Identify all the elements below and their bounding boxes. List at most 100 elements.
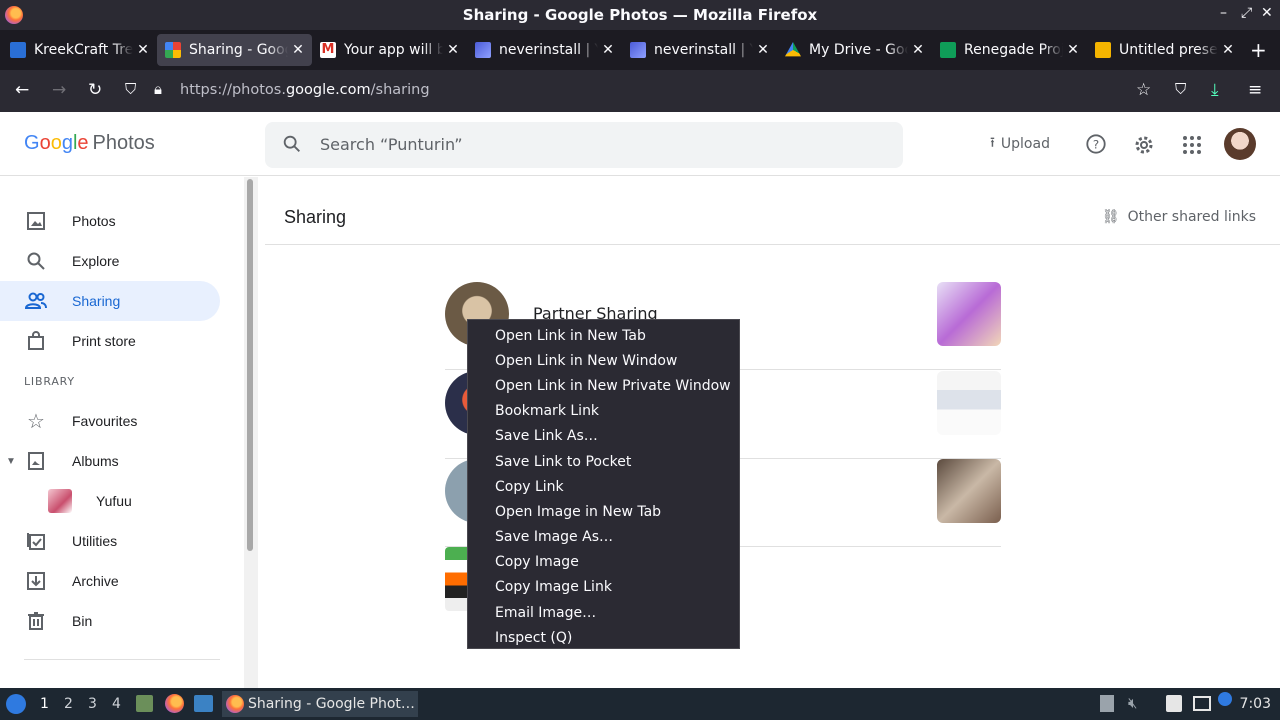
context-menu: Open Link in New Tab Open Link in New Wi… <box>467 319 740 649</box>
sidebar-item-sharing[interactable]: Sharing <box>0 281 220 321</box>
sidebar-item-label: Sharing <box>72 293 121 309</box>
sidebar-item-utilities[interactable]: Utilities <box>0 521 220 561</box>
scrollbar-thumb[interactable] <box>247 179 253 551</box>
desktop-icon[interactable] <box>194 695 213 712</box>
taskbar-window-label: Sharing - Google Phot… <box>248 696 415 712</box>
workspace-button[interactable]: 1 <box>40 696 49 712</box>
browser-tab[interactable]: neverinstall | Y ✕ <box>467 34 622 66</box>
downloads-icon[interactable]: ⤓ <box>1211 80 1219 100</box>
account-avatar[interactable] <box>1224 128 1256 160</box>
clipboard-icon[interactable] <box>1100 695 1114 712</box>
tab-close-icon[interactable]: ✕ <box>908 42 928 58</box>
sidebar-item-bin[interactable]: Bin <box>0 601 220 641</box>
sidebar-item-label: Explore <box>72 253 120 269</box>
tab-favicon-icon <box>165 42 181 58</box>
volume-muted-icon[interactable]: 🔇︎ <box>1128 694 1137 712</box>
firefox-icon <box>226 695 244 713</box>
menu-item-inspect[interactable]: Inspect (Q) <box>468 625 739 650</box>
url-bar[interactable]: https://photos.google.com/sharing <box>180 82 430 98</box>
svg-text:?: ? <box>1093 138 1099 152</box>
sidebar-item-favourites[interactable]: ☆ Favourites <box>0 401 220 441</box>
menu-item-copy-image-link[interactable]: Copy Image Link <box>468 575 739 600</box>
sidebar-item-photos[interactable]: Photos <box>0 201 220 241</box>
tab-close-icon[interactable]: ✕ <box>753 42 773 58</box>
star-icon: ☆ <box>27 410 45 433</box>
main-content: Sharing ⛓︎ Other shared links Partner Sha… <box>265 177 1280 688</box>
tab-title: Renegade Proj <box>964 42 1063 58</box>
search-placeholder: Search “Punturin” <box>320 135 463 154</box>
sidebar-item-label: Bin <box>72 613 93 629</box>
restore-icon[interactable]: ⤢ <box>1241 5 1252 21</box>
close-window-icon[interactable]: ✕ <box>1261 5 1273 21</box>
workspace-button[interactable]: 3 <box>88 696 97 712</box>
apps-grid-icon[interactable] <box>1182 135 1202 155</box>
sidebar-item-archive[interactable]: Archive <box>0 561 220 601</box>
sidebar-item-print-store[interactable]: Print store <box>0 321 220 361</box>
browser-tab[interactable]: neverinstall | Y ✕ <box>622 34 777 66</box>
album-thumbnail <box>48 489 72 513</box>
tab-close-icon[interactable]: ✕ <box>598 42 618 58</box>
firefox-launcher-icon[interactable] <box>165 694 184 713</box>
tab-close-icon[interactable]: ✕ <box>1063 42 1083 58</box>
sidebar-divider <box>24 659 220 660</box>
menu-item-save-link-to-pocket[interactable]: Save Link to Pocket <box>468 449 739 474</box>
browser-tab[interactable]: M Your app will b ✕ <box>312 34 467 66</box>
menu-item-copy-link[interactable]: Copy Link <box>468 474 739 499</box>
new-tab-button[interactable]: + <box>1250 38 1267 62</box>
workspace-button[interactable]: 2 <box>64 696 73 712</box>
menu-item-save-link-as[interactable]: Save Link As… <box>468 424 739 449</box>
sidebar-item-explore[interactable]: Explore <box>0 241 220 281</box>
menu-item-email-image[interactable]: Email Image… <box>468 600 739 625</box>
search-icon <box>283 135 300 152</box>
start-menu-icon[interactable] <box>6 694 26 714</box>
upload-button[interactable]: ⭱ Upload <box>990 132 1050 156</box>
sidebar-scrollbar[interactable] <box>244 177 258 688</box>
clock: 7:03 <box>1239 696 1271 712</box>
pocket-icon[interactable]: ⛉ <box>1175 80 1186 98</box>
browser-tab-active[interactable]: Sharing - Goog ✕ <box>157 34 312 66</box>
sidebar-item-label: Yufuu <box>96 493 132 509</box>
browser-tab[interactable]: My Drive - Goo ✕ <box>777 34 932 66</box>
workspace-button[interactable]: 4 <box>112 696 121 712</box>
menu-item-open-link-new-tab[interactable]: Open Link in New Tab <box>468 323 739 348</box>
sidebar-item-albums[interactable]: ▼ Albums <box>0 441 220 481</box>
tab-close-icon[interactable]: ✕ <box>1218 42 1238 58</box>
notification-icon[interactable] <box>1218 692 1232 706</box>
tab-close-icon[interactable]: ✕ <box>288 42 308 58</box>
browser-tab[interactable]: Untitled preser ✕ <box>1087 34 1242 66</box>
menu-item-open-image-new-tab[interactable]: Open Image in New Tab <box>468 499 739 524</box>
file-manager-icon[interactable] <box>136 695 153 712</box>
menu-item-copy-image[interactable]: Copy Image <box>468 550 739 575</box>
menu-icon[interactable]: ≡ <box>1248 80 1262 100</box>
menu-item-open-link-new-window[interactable]: Open Link in New Window <box>468 348 739 373</box>
menu-item-save-image-as[interactable]: Save Image As… <box>468 525 739 550</box>
back-icon[interactable]: ← <box>15 80 29 100</box>
browser-tab[interactable]: KreekCraft Tre ✕ <box>2 34 157 66</box>
menu-item-bookmark-link[interactable]: Bookmark Link <box>468 399 739 424</box>
help-icon[interactable]: ? <box>1085 133 1107 155</box>
tab-close-icon[interactable]: ✕ <box>133 42 153 58</box>
tab-close-icon[interactable]: ✕ <box>443 42 463 58</box>
notes-icon[interactable] <box>1166 695 1182 712</box>
menu-item-open-link-private-window[interactable]: Open Link in New Private Window <box>468 373 739 398</box>
shield-icon[interactable]: ⛉ <box>125 80 136 98</box>
taskbar-window-button[interactable]: Sharing - Google Phot… <box>222 691 418 717</box>
search-bar[interactable]: Search “Punturin” <box>265 122 903 168</box>
sidebar-item-album-yufuu[interactable]: Yufuu <box>0 481 220 521</box>
tab-title: Sharing - Goog <box>189 42 288 58</box>
google-photos-logo[interactable]: Google Photos <box>24 132 155 155</box>
tab-title: Your app will b <box>344 42 443 58</box>
settings-gear-icon[interactable] <box>1132 133 1156 157</box>
bookmark-star-icon[interactable]: ☆ <box>1136 80 1151 100</box>
expand-arrow-icon[interactable]: ▼ <box>6 456 16 467</box>
header-divider <box>265 244 1280 245</box>
other-shared-links-button[interactable]: ⛓︎ Other shared links <box>1102 209 1256 225</box>
reload-icon[interactable]: ↻ <box>88 80 102 100</box>
browser-tab[interactable]: Renegade Proj ✕ <box>932 34 1087 66</box>
forward-icon[interactable]: → <box>52 80 66 100</box>
display-icon[interactable] <box>1193 696 1211 711</box>
lock-icon[interactable]: 🔒︎ <box>154 80 162 98</box>
window-titlebar: Sharing - Google Photos — Mozilla Firefo… <box>0 0 1280 30</box>
upload-icon: ⭱ <box>990 135 995 151</box>
minimize-icon[interactable]: – <box>1220 5 1227 21</box>
